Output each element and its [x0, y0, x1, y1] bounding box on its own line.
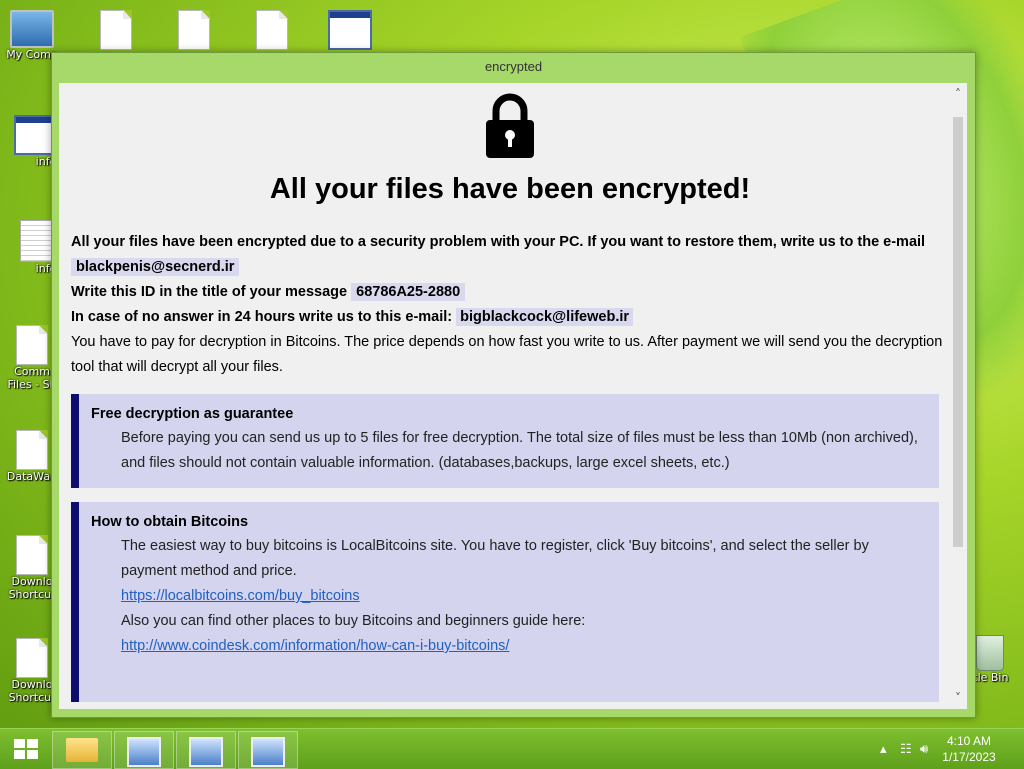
victim-id[interactable]: 68786A25-2880 — [351, 283, 466, 301]
ransom-headline: All your files have been encrypted! — [269, 173, 751, 205]
window-client-area: All your files have been encrypted! All … — [59, 83, 967, 709]
payment-text: You have to pay for decryption in Bitcoi… — [71, 334, 943, 375]
taskbar-app-2[interactable] — [176, 731, 236, 769]
bitcoin-guide-text: Also you can find other places to buy Bi… — [121, 613, 586, 629]
box-title: How to obtain Bitcoins — [91, 514, 249, 530]
lock-icon-container — [71, 83, 949, 163]
taskbar-clock[interactable]: 4:10 AM 1/17/2023 — [934, 733, 1004, 765]
localbitcoins-link[interactable]: https://localbitcoins.com/buy_bitcoins — [121, 588, 360, 604]
file-icon — [256, 10, 288, 50]
window-icon — [328, 10, 372, 50]
computer-icon — [10, 10, 54, 48]
file-icon — [16, 535, 48, 575]
contact-email-1[interactable]: blackpenis@secnerd.ir — [71, 258, 240, 276]
id-line: Write this ID in the title of your messa… — [71, 280, 949, 305]
box-body: Before paying you can send us up to 5 fi… — [121, 430, 918, 471]
scroll-up-icon[interactable]: ˄ — [949, 83, 967, 105]
intro-text: All your files have been encrypted due t… — [71, 234, 926, 250]
app-icon — [127, 737, 161, 767]
app-icon — [251, 737, 285, 767]
app-icon — [189, 737, 223, 767]
taskbar: ▴ ☷ 🔊︎ 4:10 AM 1/17/2023 — [0, 728, 1024, 769]
start-button[interactable] — [0, 729, 52, 769]
system-tray: ▴ ☷ 🔊︎ 4:10 AM 1/17/2023 — [864, 729, 1024, 769]
taskbar-file-explorer[interactable] — [52, 731, 112, 769]
desktop-icon-file[interactable] — [164, 10, 224, 50]
vertical-scrollbar[interactable]: ˄ ˅ — [949, 83, 967, 709]
window-title: encrypted — [484, 59, 543, 74]
scroll-thumb[interactable] — [953, 117, 963, 547]
box-body: The easiest way to buy bitcoins is Local… — [91, 534, 927, 659]
file-icon — [100, 10, 132, 50]
clock-date: 1/17/2023 — [942, 750, 996, 764]
clock-time: 4:10 AM — [946, 734, 992, 748]
ransom-window: encrypted All your files have been encry… — [51, 52, 976, 718]
network-icon[interactable]: ☷ — [900, 741, 912, 757]
volume-icon[interactable]: 🔊︎ — [920, 741, 928, 757]
bitcoin-guide-box: How to obtain Bitcoins The easiest way t… — [71, 502, 939, 702]
fallback-email-line: In case of no answer in 24 hours write u… — [71, 305, 949, 330]
file-icon — [178, 10, 210, 50]
lock-icon — [486, 93, 534, 158]
taskbar-app-3[interactable] — [238, 731, 298, 769]
windows-logo-icon — [14, 739, 38, 759]
scroll-down-icon[interactable]: ˅ — [949, 687, 967, 709]
desktop-icon-file[interactable] — [86, 10, 146, 50]
file-explorer-icon — [66, 738, 98, 762]
file-icon — [16, 638, 48, 678]
text-file-icon — [20, 220, 52, 262]
taskbar-app-1[interactable] — [114, 731, 174, 769]
ransom-content: All your files have been encrypted! All … — [59, 83, 949, 709]
coindesk-link[interactable]: http://www.coindesk.com/information/how-… — [121, 638, 509, 654]
bitcoin-instructions: The easiest way to buy bitcoins is Local… — [121, 538, 869, 579]
file-icon — [16, 325, 48, 365]
recycle-bin-icon — [976, 635, 1004, 671]
ransom-intro: All your files have been encrypted due t… — [71, 230, 949, 280]
fallback-instruction: In case of no answer in 24 hours write u… — [71, 309, 453, 325]
box-title: Free decryption as guarantee — [91, 406, 294, 422]
free-decryption-box: Free decryption as guarantee Before payi… — [71, 394, 939, 488]
show-hidden-icons-icon[interactable]: ▴ — [880, 741, 887, 757]
file-icon — [16, 430, 48, 470]
desktop-icon-file[interactable] — [242, 10, 302, 50]
desktop-icon-window[interactable] — [320, 10, 380, 50]
contact-email-2[interactable]: bigblackcock@lifeweb.ir — [456, 308, 634, 326]
id-instruction: Write this ID in the title of your messa… — [71, 284, 348, 300]
